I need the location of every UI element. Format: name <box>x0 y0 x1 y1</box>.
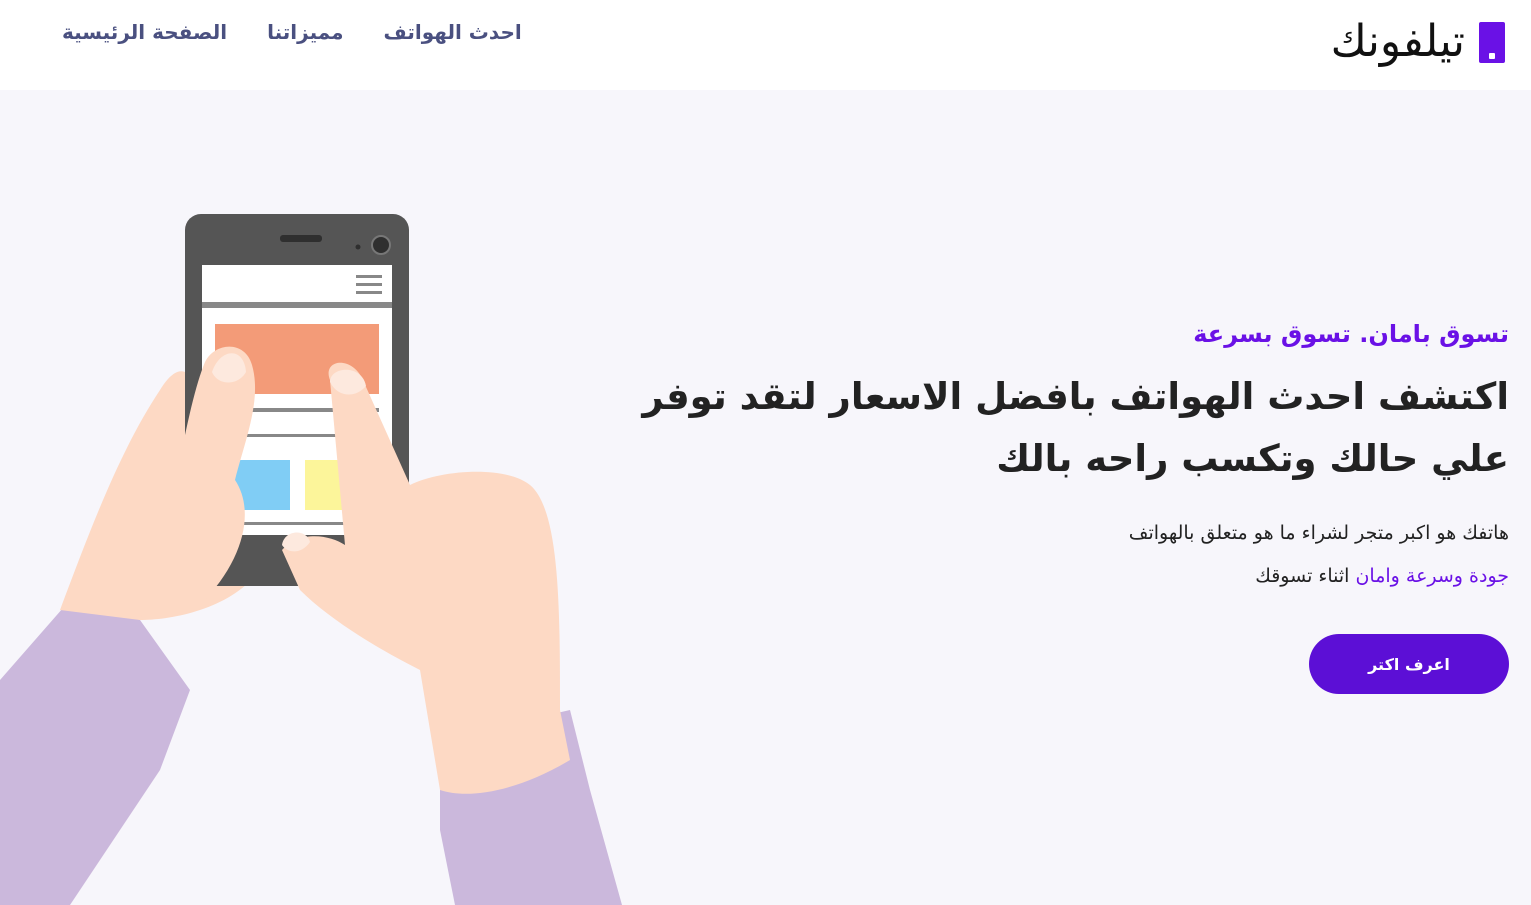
top-navbar: تيلفونك الصفحة الرئيسية مميزاتنا احدث ال… <box>0 0 1531 90</box>
brand-logo[interactable]: تيلفونك <box>1331 12 1505 72</box>
hero-description-accent: جودة وسرعة وامان <box>1355 565 1509 587</box>
hero-description-line1: هاتفك هو اكبر متجر لشراء ما هو متعلق بال… <box>1128 522 1509 544</box>
screen-header-bar <box>202 302 392 308</box>
menu-icon-line2 <box>356 283 382 286</box>
hero-text: تسوق بامان. تسوق بسرعة اكتشف احدث الهوات… <box>609 316 1509 598</box>
nav-item-features[interactable]: مميزاتنا <box>267 14 343 50</box>
nav-links: الصفحة الرئيسية مميزاتنا احدث الهواتف <box>62 14 522 50</box>
left-sleeve <box>0 600 190 905</box>
hands-holding-phone-illustration <box>0 214 622 905</box>
hero-tagline: تسوق بامان. تسوق بسرعة <box>1193 320 1509 348</box>
brand-dot <box>1489 52 1495 59</box>
menu-icon-line1 <box>356 275 382 278</box>
nav-item-home[interactable]: الصفحة الرئيسية <box>62 14 227 50</box>
phone-sensor <box>355 244 361 250</box>
brand-name: تيلفونك <box>1330 16 1465 67</box>
hero-headline: اكتشف احدث الهواتف بافضل الاسعار لتقد تو… <box>642 375 1509 480</box>
nav-item-latest-phones[interactable]: احدث الهواتف <box>384 14 522 50</box>
phone-speaker <box>280 235 322 242</box>
brand-square-icon <box>1479 21 1505 63</box>
hero-description: هاتفك هو اكبر متجر لشراء ما هو متعلق بال… <box>609 512 1509 598</box>
menu-icon-line3 <box>356 291 382 294</box>
phone-camera <box>371 235 391 255</box>
hero-description-rest: اثناء تسوقك <box>1255 565 1350 587</box>
learn-more-button[interactable]: اعرف اكتر <box>1309 634 1509 694</box>
